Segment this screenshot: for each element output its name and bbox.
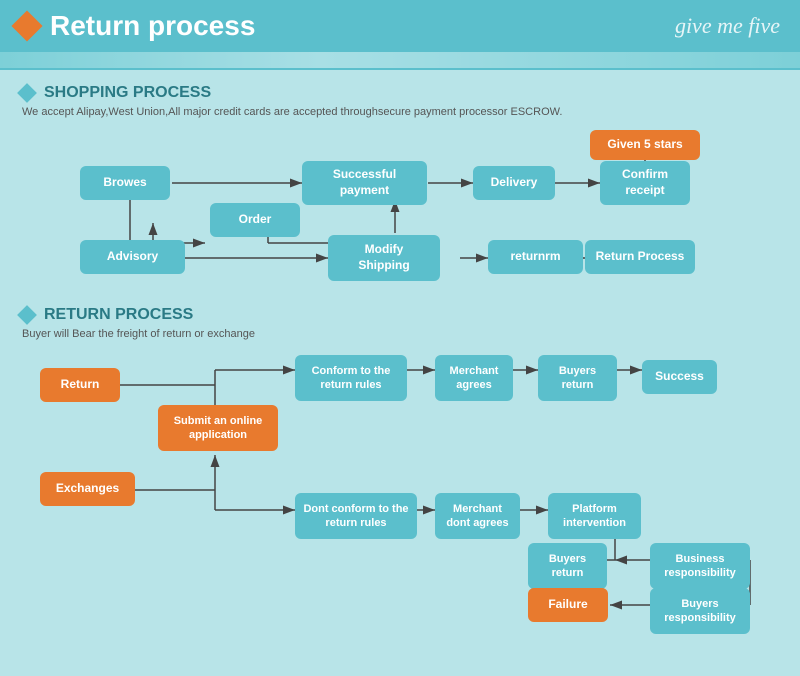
successful-payment-box: Successful payment bbox=[302, 161, 427, 205]
main-content: SHOPPING PROCESS We accept Alipay,West U… bbox=[0, 70, 800, 650]
modify-shipping-box: Modify Shipping bbox=[328, 235, 440, 281]
exchanges-box: Exchanges bbox=[40, 472, 135, 506]
advisory-box: Advisory bbox=[80, 240, 185, 274]
header-diamond-icon bbox=[11, 10, 42, 41]
browes-box: Browes bbox=[80, 166, 170, 200]
delivery-box: Delivery bbox=[473, 166, 555, 200]
buyers-return2-box: Buyers return bbox=[528, 543, 607, 589]
shopping-flow-diagram: Given 5 stars Browes Successful payment … bbox=[20, 128, 780, 298]
failure-box: Failure bbox=[528, 588, 608, 622]
order-box: Order bbox=[210, 203, 300, 237]
confirm-receipt-box: Confirm receipt bbox=[600, 161, 690, 205]
business-responsibility-box: Business responsibility bbox=[650, 543, 750, 589]
page-title: Return process bbox=[50, 10, 255, 42]
return-box: Return bbox=[40, 368, 120, 402]
buyers-responsibility-box: Buyers responsibility bbox=[650, 588, 750, 634]
ribbon-decoration bbox=[0, 52, 800, 70]
return-process-box: Return Process bbox=[585, 240, 695, 274]
return-flow-diagram: Return Submit an online application Exch… bbox=[20, 350, 780, 640]
return-section-diamond-icon bbox=[17, 305, 37, 325]
given5stars-box: Given 5 stars bbox=[590, 130, 700, 160]
shopping-section-header: SHOPPING PROCESS bbox=[20, 84, 780, 102]
merchant-dont-box: Merchant dont agrees bbox=[435, 493, 520, 539]
shopping-section-title: SHOPPING PROCESS bbox=[44, 84, 211, 102]
conform-rules-box: Conform to the return rules bbox=[295, 355, 407, 401]
return-section-subtitle: Buyer will Bear the freight of return or… bbox=[22, 328, 780, 340]
shopping-section-subtitle: We accept Alipay,West Union,All major cr… bbox=[22, 106, 780, 118]
platform-intervention-box: Platform intervention bbox=[548, 493, 641, 539]
returnrm-box: returnrm bbox=[488, 240, 583, 274]
merchant-agrees-box: Merchant agrees bbox=[435, 355, 513, 401]
dont-conform-box: Dont conform to the return rules bbox=[295, 493, 417, 539]
submit-online-box: Submit an online application bbox=[158, 405, 278, 451]
buyers-return1-box: Buyers return bbox=[538, 355, 617, 401]
header: Return process give me five bbox=[0, 0, 800, 52]
success-box: Success bbox=[642, 360, 717, 394]
section-diamond-icon bbox=[17, 83, 37, 103]
brand-logo: give me five bbox=[675, 13, 780, 39]
return-section-header: RETURN PROCESS bbox=[20, 306, 780, 324]
return-section-title: RETURN PROCESS bbox=[44, 306, 193, 324]
